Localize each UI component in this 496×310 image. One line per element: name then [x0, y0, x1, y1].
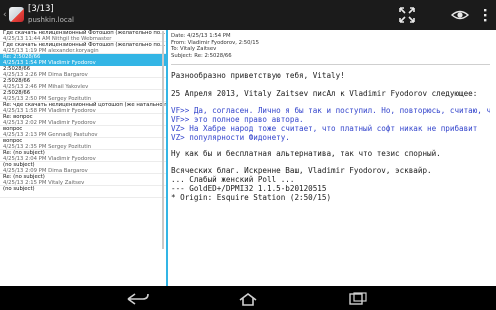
- list-item[interactable]: вопрос 4/25/13 2:35 PM Sergey Pozitutin: [0, 138, 166, 150]
- list-item[interactable]: Где скачать нелицензионный Фотошоп (жела…: [0, 42, 166, 54]
- app-icon[interactable]: [9, 7, 24, 22]
- quote-line: VF>> Да, согласен. Лично я бы так и пост…: [171, 106, 490, 115]
- reply-line: Ну как бы и бесплатная альтернатива, так…: [171, 149, 441, 158]
- message-view[interactable]: Date: 4/25/13 1:54 PM From: Vladimir Fyo…: [168, 30, 496, 286]
- quote-line: VZ> популярности Фидонету.: [171, 133, 290, 142]
- list-item[interactable]: Re: чде скачать нелицензионный цотошоп (…: [0, 102, 166, 114]
- expand-icon[interactable]: [396, 4, 418, 26]
- list-item[interactable]: Re: (no subject) 4/25/13 2:04 PM Vladimir…: [0, 150, 166, 162]
- app-title: [3/13]: [28, 4, 54, 14]
- quote-line: VF>> это полное право автора.: [171, 115, 304, 124]
- eye-icon[interactable]: [449, 4, 471, 26]
- list-item[interactable]: 2:5028/66 4/25/13 2:26 PM Dima Bargarov: [0, 66, 166, 78]
- list-item[interactable]: (no subject) 4/25/13 2:09 PM Dima Bargaro…: [0, 162, 166, 174]
- list-item[interactable]: Re: (no subject) 4/25/13 2:15 PM Vitaly Z…: [0, 174, 166, 186]
- message-body: Разнообразно приветствую тебя, Vitaly! 2…: [168, 65, 496, 202]
- closing-line: Всяческих благ. Искренне Ваш, Vladimir F…: [171, 166, 432, 175]
- list-item[interactable]: Где скачать нелицензионный Фотошоп (жела…: [0, 30, 166, 42]
- back-nav-icon[interactable]: [126, 291, 150, 305]
- list-item[interactable]: Re: вопрос 4/25/13 2:02 PM Vladimir Fyodo…: [0, 114, 166, 126]
- system-nav-bar: [0, 286, 496, 310]
- quote-line: VZ> На Хабре народ тоже считает, что пла…: [171, 124, 478, 133]
- action-bar: ‹ [3/13] pushkin.local: [0, 0, 496, 30]
- overflow-menu-icon[interactable]: [474, 4, 496, 26]
- message-list[interactable]: Где скачать нелицензионный Фотошоп (жела…: [0, 30, 166, 286]
- app-subtitle: pushkin.local: [28, 16, 74, 24]
- list-item[interactable]: 2:5028/66 4/25/13 2:46 PM Mihail Yakovlev: [0, 78, 166, 90]
- list-item-selected[interactable]: Re: 2:5028/66 4/25/13 1:54 PM Vladimir Fy…: [0, 54, 166, 66]
- greeting-line: Разнообразно приветствую тебя, Vitaly!: [171, 71, 345, 80]
- message-subject: Subject: Re: 2:5028/66: [171, 52, 232, 59]
- list-item[interactable]: вопрос 4/25/13 2:13 PM Gennadij Pastuhov: [0, 126, 166, 138]
- message-header: Date: 4/25/13 1:54 PM From: Vladimir Fyo…: [168, 30, 496, 64]
- tagline: ... Слабый женский Poll ...: [171, 175, 295, 184]
- list-item-subject: (no subject): [3, 186, 35, 192]
- list-item[interactable]: (no subject): [0, 186, 166, 198]
- list-item[interactable]: 2:5028/66 4/25/13 2:50 PM Sergey Pozituti…: [0, 90, 166, 102]
- tearline: --- GoldED+/DPMI32 1.1.5-b20120515: [171, 184, 327, 193]
- recents-nav-icon[interactable]: [346, 291, 370, 305]
- up-caret-icon[interactable]: ‹: [3, 10, 7, 20]
- intro-line: 25 Апреля 2013, Vitaly Zaitsev писАл к V…: [171, 89, 478, 98]
- origin-line: * Origin: Esquire Station (2:50/15): [171, 193, 332, 202]
- home-nav-icon[interactable]: [236, 291, 260, 306]
